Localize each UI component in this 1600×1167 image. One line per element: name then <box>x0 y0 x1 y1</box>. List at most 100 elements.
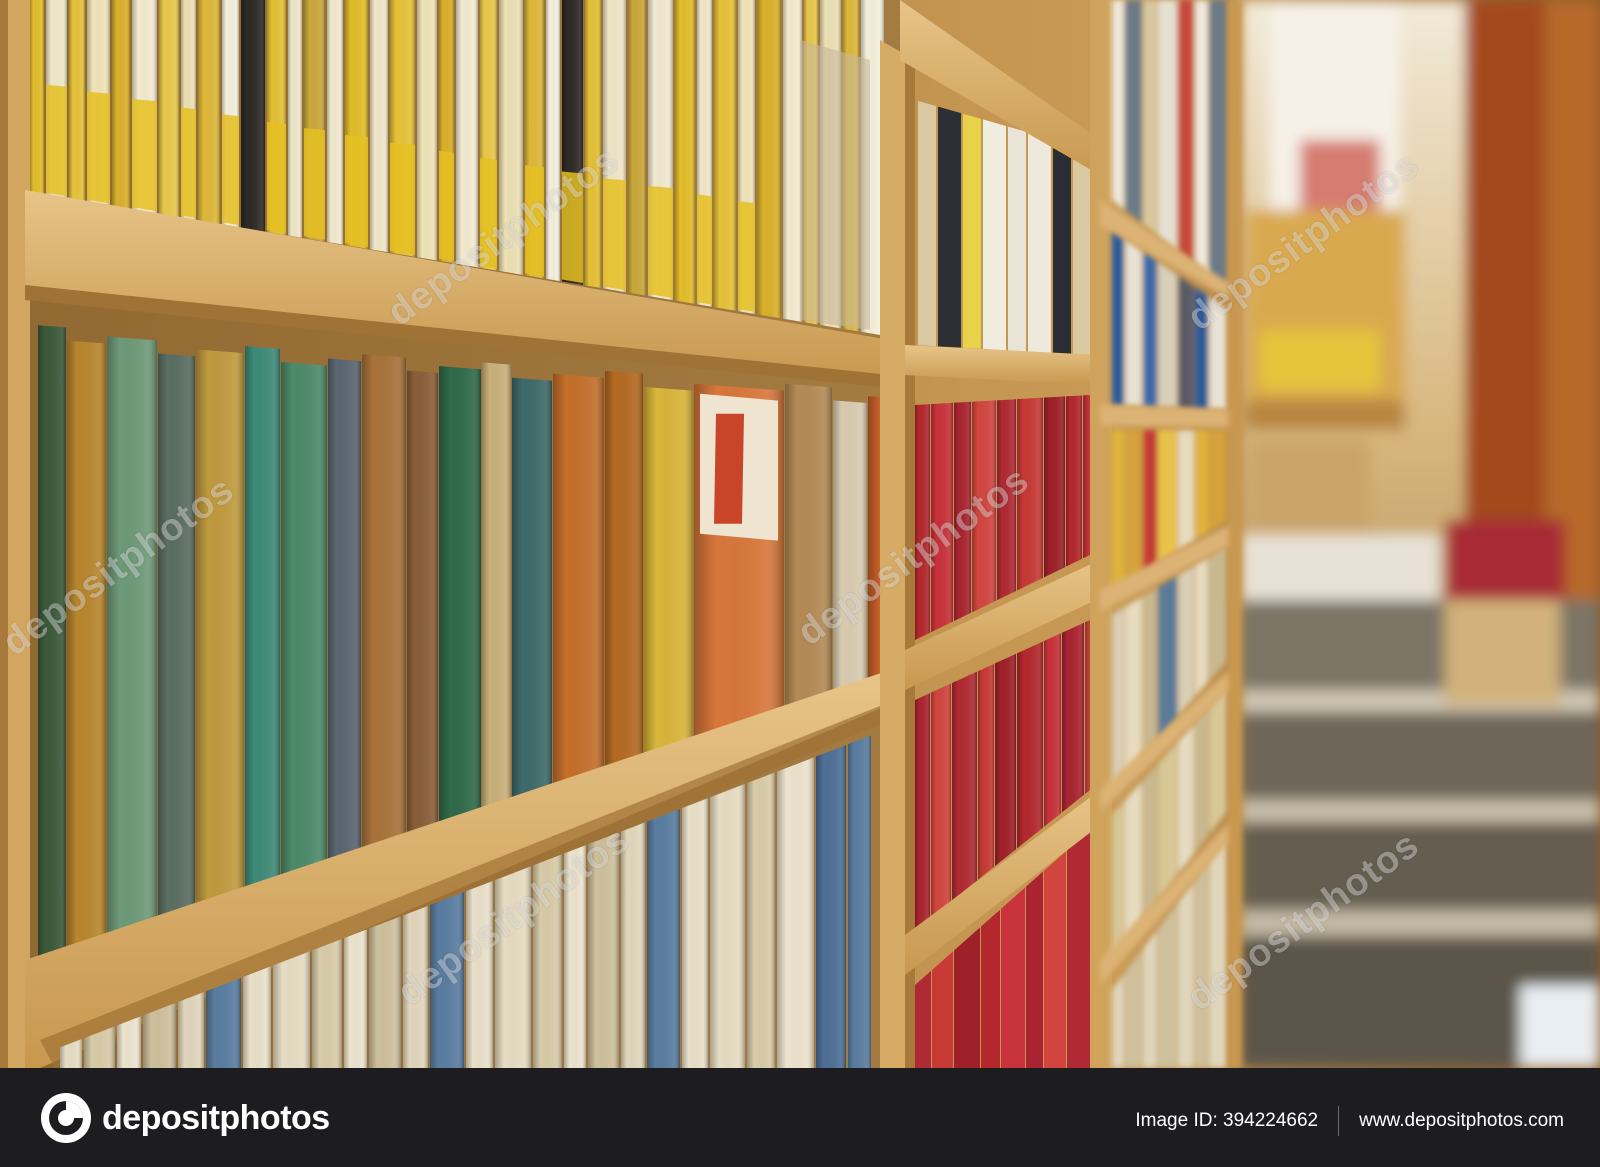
book-spine <box>915 693 930 930</box>
book-spine <box>312 938 342 1068</box>
book-spine <box>978 663 994 880</box>
book-spine <box>1143 764 1157 920</box>
book-spine <box>1067 826 1094 1068</box>
book-spine <box>198 0 220 224</box>
book-spine <box>206 977 241 1068</box>
book-spine <box>995 653 1016 866</box>
book-spine <box>1001 887 1025 1068</box>
book-spine <box>1209 686 1227 835</box>
book-spine <box>495 866 531 1068</box>
book-spine <box>963 113 981 349</box>
book-spine <box>605 370 643 808</box>
book-spine <box>621 822 645 1068</box>
book-spine <box>1195 287 1208 410</box>
book-spine <box>981 909 1000 1068</box>
book-spine <box>345 134 368 247</box>
book-spine <box>1178 565 1194 717</box>
book-spine <box>403 905 428 1068</box>
book-spine <box>525 165 544 277</box>
main-bookshelf <box>0 0 1242 1068</box>
book-spine <box>245 346 280 948</box>
site-url-link[interactable]: www.depositphotos.com <box>1359 1110 1564 1132</box>
book-spine <box>1017 641 1043 849</box>
book-spine <box>1178 275 1194 409</box>
book-spine <box>38 325 66 1029</box>
book-spine <box>1158 575 1177 739</box>
book-spine <box>1158 0 1177 251</box>
book-spine <box>628 0 646 296</box>
book-spine <box>833 400 867 719</box>
book-spine <box>553 373 604 828</box>
book-spine <box>644 386 693 793</box>
book-spine <box>288 0 302 238</box>
book-spine <box>327 0 343 245</box>
book-spine <box>1143 251 1157 407</box>
book-spine <box>1125 0 1142 224</box>
book-spine <box>675 0 695 304</box>
book-spine <box>603 178 626 291</box>
staircase-background <box>1240 0 1600 1068</box>
book-spine <box>938 106 961 348</box>
book-spine <box>69 0 85 202</box>
book-spine <box>714 413 744 524</box>
logo-wordmark: depositphotos <box>102 1098 330 1137</box>
book-spine <box>1178 430 1194 551</box>
book-spine <box>390 142 415 255</box>
book-spine <box>952 671 977 901</box>
book-spine <box>1209 836 1227 1068</box>
book-spine <box>1125 596 1142 776</box>
book-spine <box>480 157 497 269</box>
meta-divider <box>1338 1106 1340 1136</box>
book-spine <box>304 128 325 240</box>
book-spine <box>1209 430 1227 532</box>
camera-aperture-icon <box>41 1093 91 1143</box>
book-spine <box>407 370 438 885</box>
book-spine <box>281 361 327 934</box>
bookshelf-scene <box>0 0 1600 1068</box>
book-spine <box>1143 0 1157 235</box>
book-spine <box>1143 587 1157 756</box>
book-spine <box>1178 0 1194 264</box>
book-spine <box>800 40 870 330</box>
book-spine <box>1178 880 1194 1068</box>
book-spine <box>1112 607 1124 790</box>
book-spine <box>439 150 454 262</box>
book-spine <box>107 336 157 1002</box>
book-spine <box>777 757 814 1068</box>
book-spine <box>647 808 680 1068</box>
book-spine <box>585 0 601 289</box>
book-spine <box>1143 929 1157 1068</box>
depositphotos-logo[interactable]: depositphotos <box>38 1088 330 1148</box>
book-spine <box>564 845 586 1068</box>
book-spine <box>196 349 244 968</box>
book-spine <box>954 927 980 1068</box>
book-spine <box>1112 230 1124 406</box>
image-id-label: Image ID: 394224662 <box>1135 1110 1319 1131</box>
stock-footer-bar: depositphotos Image ID: 394224662 www.de… <box>0 1068 1600 1167</box>
book-spine <box>1125 430 1142 583</box>
book-spine <box>1053 139 1071 354</box>
book-spine <box>328 358 361 916</box>
book-spine <box>132 99 157 212</box>
book-spine <box>918 100 936 347</box>
book-spine <box>757 0 781 319</box>
book-spine <box>816 745 846 1068</box>
book-spine <box>243 966 271 1068</box>
book-spine <box>697 194 712 305</box>
book-spine <box>931 402 953 633</box>
book-spine <box>954 401 971 622</box>
book-spine <box>915 970 931 1068</box>
book-spine <box>1017 397 1043 591</box>
book-spine <box>1209 545 1227 682</box>
book-spine <box>710 783 745 1068</box>
book-spine <box>1044 851 1066 1068</box>
book-spine <box>1195 430 1208 540</box>
book-spine <box>1158 261 1177 408</box>
book-spine <box>67 340 106 1018</box>
book-spine <box>159 0 179 218</box>
book-spine <box>466 880 493 1068</box>
book-spine <box>1066 395 1082 567</box>
book-spine <box>362 354 406 903</box>
book-spine <box>1209 0 1227 290</box>
book-spine <box>1028 132 1051 353</box>
